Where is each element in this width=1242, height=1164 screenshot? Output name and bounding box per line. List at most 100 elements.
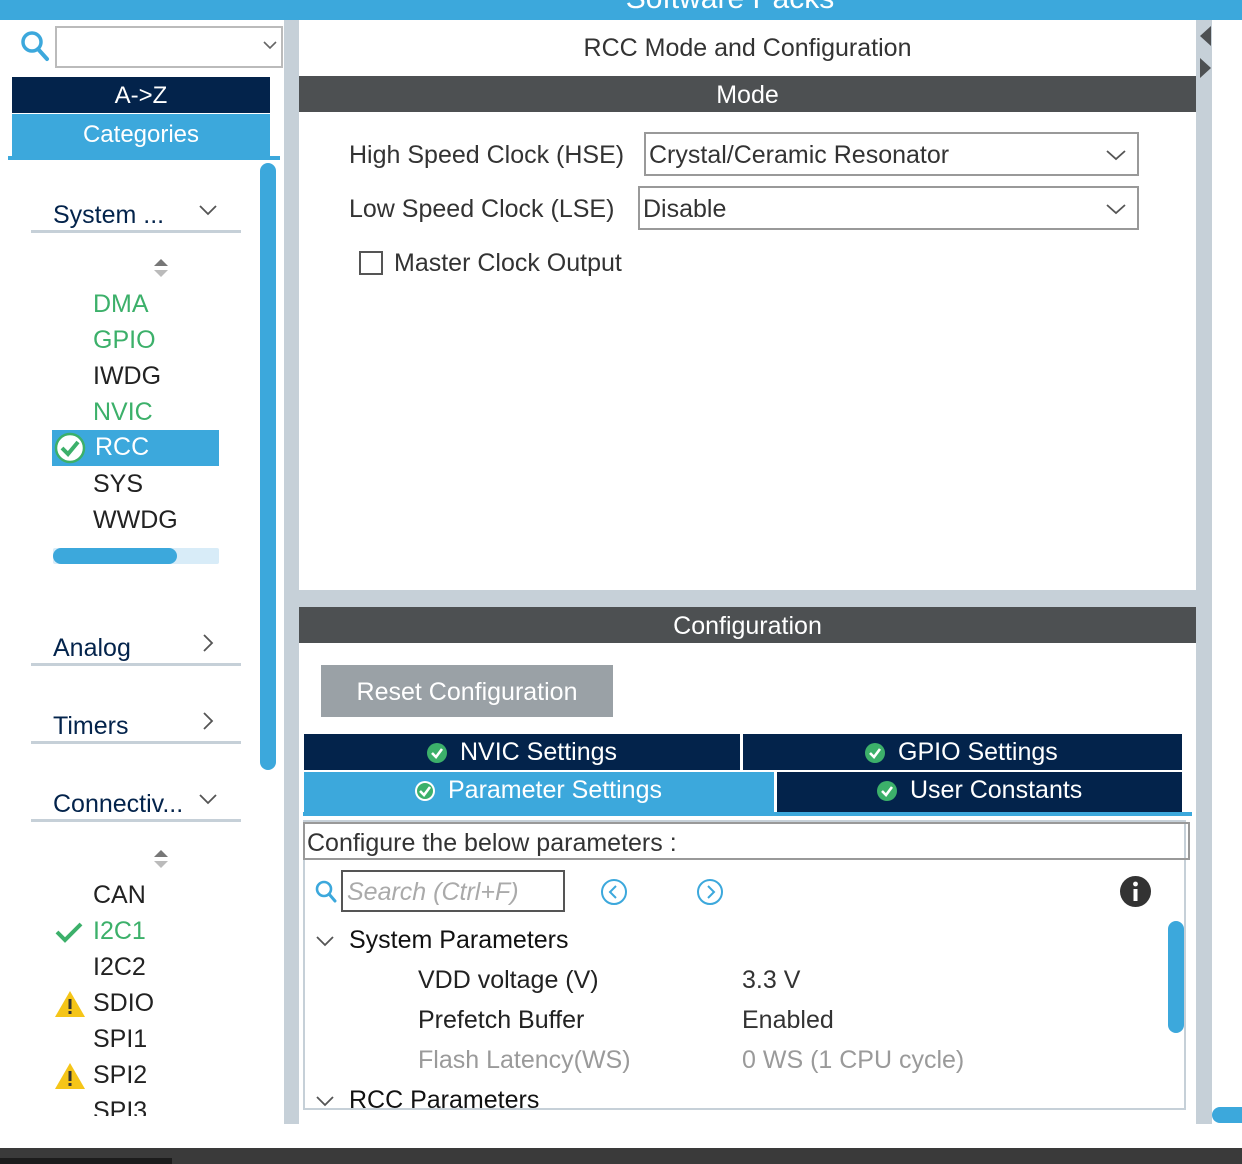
next-match-icon[interactable] xyxy=(695,877,725,907)
tab-gpio-settings[interactable]: GPIO Settings xyxy=(743,734,1182,770)
window-title: Software Packs xyxy=(0,0,1242,16)
tab-parameter-settings[interactable]: Parameter Settings xyxy=(304,772,774,812)
list-item-label: SDIO xyxy=(93,989,155,1017)
tab-user-constants[interactable]: User Constants xyxy=(777,772,1182,812)
category-connectivity-header[interactable]: Connectiv... xyxy=(31,782,241,822)
search-icon[interactable] xyxy=(20,30,50,64)
page-title: RCC Mode and Configuration xyxy=(583,34,912,62)
section-splitter[interactable] xyxy=(299,590,1196,607)
sort-updown-icon[interactable] xyxy=(152,256,170,280)
hse-select[interactable]: Crystal/Ceramic Resonator xyxy=(644,132,1139,176)
list-item-label: RCC xyxy=(95,433,150,461)
bottom-bar-tab xyxy=(0,1158,172,1164)
chevron-down-icon xyxy=(199,794,217,805)
master-clock-output-label: Master Clock Output xyxy=(394,249,622,277)
check-icon xyxy=(55,922,83,943)
param-value: 0 WS (1 CPU cycle) xyxy=(742,1046,965,1074)
param-name: Flash Latency(WS) xyxy=(418,1046,631,1074)
configuration-section-header: Configuration xyxy=(299,607,1196,643)
param-name: VDD voltage (V) xyxy=(418,966,599,994)
panel-divider-left[interactable] xyxy=(284,20,299,1124)
category-analog-label: Analog xyxy=(53,634,131,662)
param-value[interactable]: Enabled xyxy=(742,1006,834,1035)
sort-updown-icon[interactable] xyxy=(152,847,170,871)
list-item-label: GPIO xyxy=(93,326,156,354)
list-item-label: I2C2 xyxy=(93,953,146,981)
list-item-label: NVIC xyxy=(93,398,153,426)
tab-label: GPIO Settings xyxy=(898,738,1058,766)
category-timers-header[interactable]: Timers xyxy=(31,704,241,744)
tab-label: NVIC Settings xyxy=(460,738,618,766)
lse-select-value: Disable xyxy=(643,195,727,223)
sort-az-button[interactable]: A->Z xyxy=(12,77,270,113)
category-timers-label: Timers xyxy=(53,712,129,740)
collapse-left-icon[interactable] xyxy=(1197,24,1213,48)
search-icon[interactable] xyxy=(315,880,337,904)
chevron-down-icon xyxy=(316,936,334,947)
parameters-caption: Configure the below parameters : xyxy=(303,822,1190,860)
reset-configuration-button[interactable]: Reset Configuration xyxy=(321,665,613,717)
group-label: RCC Parameters xyxy=(349,1086,540,1114)
chevron-down-icon xyxy=(199,205,217,216)
mode-section-header: Mode xyxy=(299,76,1196,112)
list-item-label: SPI3 xyxy=(93,1097,148,1116)
list-item-label: IWDG xyxy=(93,362,162,390)
hse-select-value: Crystal/Ceramic Resonator xyxy=(649,141,950,169)
list-item-spi3[interactable]: SPI3 xyxy=(52,1094,219,1116)
parameters-scrollbar[interactable] xyxy=(1168,921,1184,1033)
info-icon[interactable] xyxy=(1119,875,1152,908)
chevron-down-icon xyxy=(1106,204,1126,215)
warning-icon xyxy=(55,991,85,1017)
list-item-sys[interactable]: SYS xyxy=(52,467,219,503)
category-analog-header[interactable]: Analog xyxy=(31,626,241,666)
bottom-bar xyxy=(0,1148,1242,1164)
list-item-label: I2C1 xyxy=(93,917,146,945)
list-item-label: CAN xyxy=(93,881,146,909)
param-value[interactable]: 3.3 V xyxy=(742,966,800,995)
bottom-gap xyxy=(0,1124,1242,1148)
list-item-i2c2[interactable]: I2C2 xyxy=(52,950,219,986)
list-item-label: SYS xyxy=(93,470,144,498)
ok-check-circle-icon xyxy=(415,780,435,801)
list-item-label: DMA xyxy=(93,290,149,318)
lse-select[interactable]: Disable xyxy=(638,186,1139,230)
category-search-combo[interactable] xyxy=(55,26,283,68)
tab-nvic-settings[interactable]: NVIC Settings xyxy=(304,734,740,770)
system-list-hscroll-thumb[interactable] xyxy=(53,548,177,564)
chevron-down-icon xyxy=(1106,150,1126,161)
list-item-nvic[interactable]: NVIC xyxy=(52,395,219,431)
list-item-label: SPI1 xyxy=(93,1025,148,1053)
list-item-spi2[interactable]: SPI2 xyxy=(52,1058,219,1094)
master-clock-output-checkbox[interactable] xyxy=(359,251,383,275)
param-name: Prefetch Buffer xyxy=(418,1006,585,1034)
chevron-down-icon xyxy=(316,1096,334,1107)
list-item-iwdg[interactable]: IWDG xyxy=(52,359,219,395)
expand-right-icon[interactable] xyxy=(1197,56,1213,80)
ok-check-circle-icon xyxy=(427,742,447,763)
chevron-right-icon xyxy=(203,634,214,652)
right-panel-scroll-thumb[interactable] xyxy=(1212,1107,1242,1123)
list-item-can[interactable]: CAN xyxy=(52,878,219,914)
hse-label: High Speed Clock (HSE) xyxy=(349,141,625,169)
ok-check-circle-icon xyxy=(54,432,86,464)
previous-match-icon[interactable] xyxy=(599,877,629,907)
panel-divider-right[interactable] xyxy=(1196,20,1212,1124)
ok-check-circle-icon xyxy=(865,742,885,763)
categories-button[interactable]: Categories xyxy=(12,114,270,158)
list-item-wwdg[interactable]: WWDG xyxy=(52,503,219,539)
list-item-rcc[interactable]: RCC xyxy=(52,430,219,466)
category-system-header[interactable]: System ... xyxy=(31,193,241,233)
list-item-sdio[interactable]: SDIO xyxy=(52,986,219,1022)
lse-label: Low Speed Clock (LSE) xyxy=(349,195,615,223)
chevron-down-icon[interactable] xyxy=(261,36,279,54)
warning-icon xyxy=(55,1063,85,1089)
categories-underline xyxy=(8,156,280,160)
list-item-dma[interactable]: DMA xyxy=(52,287,219,323)
categories-scrollbar[interactable] xyxy=(260,163,276,770)
list-item-i2c1[interactable]: I2C1 xyxy=(52,914,219,950)
right-panel-strip xyxy=(1212,20,1242,1124)
list-item-gpio[interactable]: GPIO xyxy=(52,323,219,359)
window-title-bar: Software Packs xyxy=(0,0,1242,20)
list-item-spi1[interactable]: SPI1 xyxy=(52,1022,219,1058)
parameter-search-input[interactable]: Search (Ctrl+F) xyxy=(341,870,565,912)
